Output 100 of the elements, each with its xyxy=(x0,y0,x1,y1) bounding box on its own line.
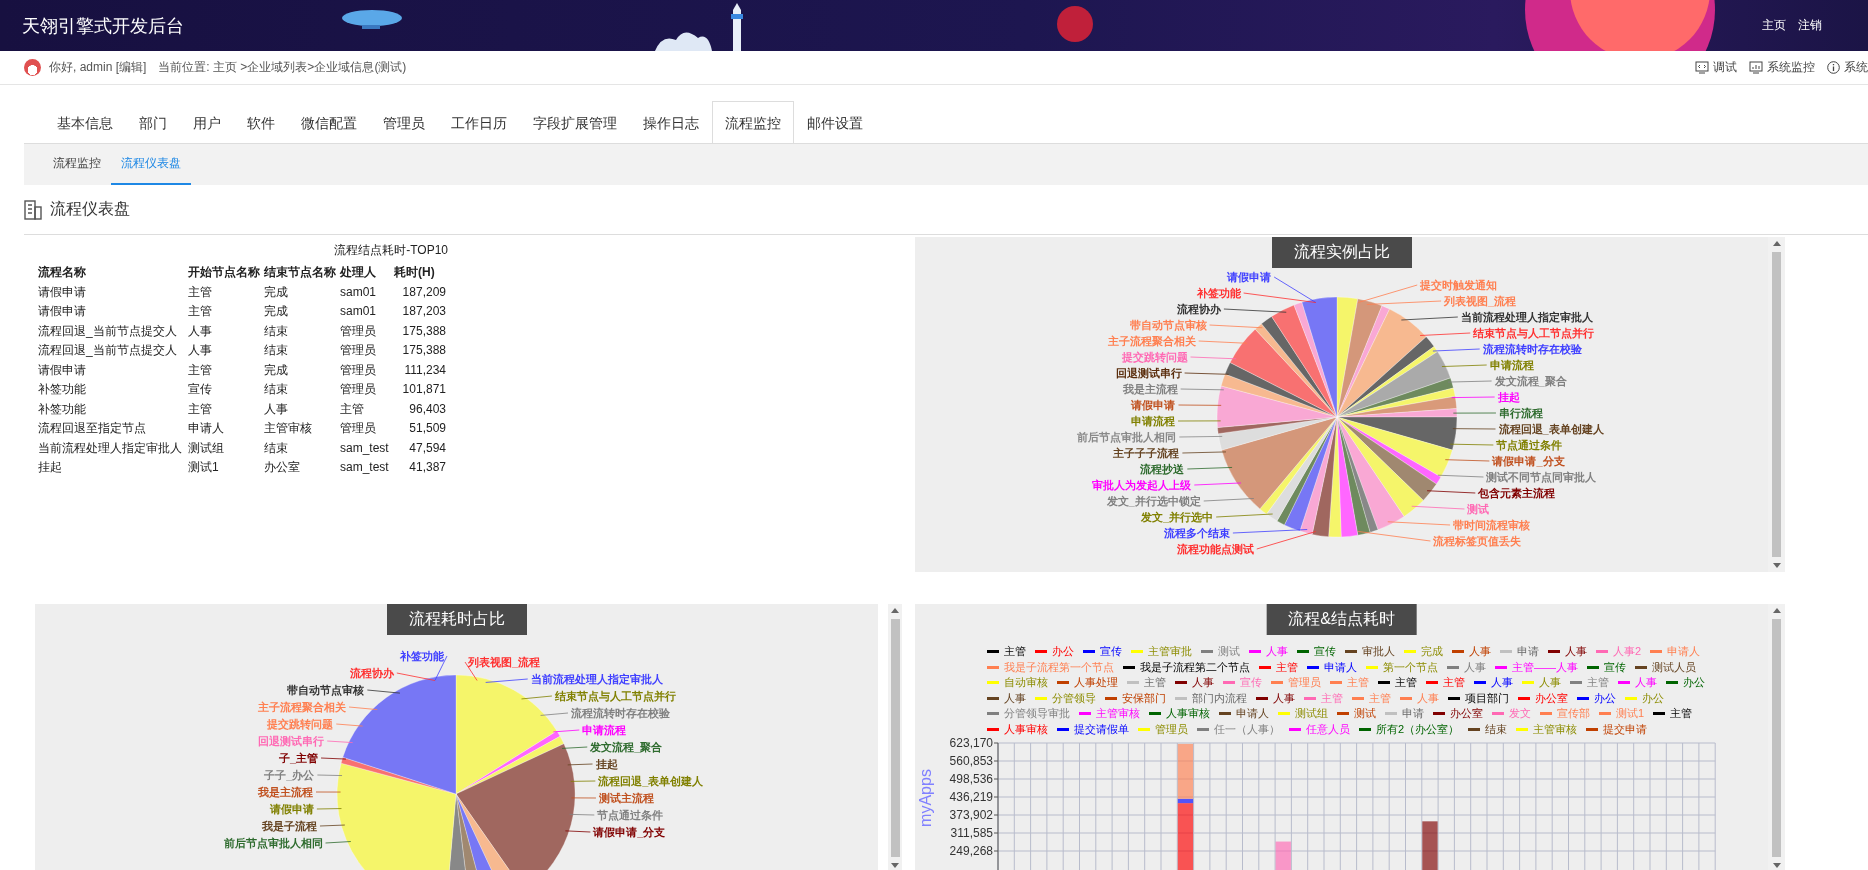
legend-label: 任一（人事） xyxy=(1214,721,1280,737)
legend-label: 所有2（办公室） xyxy=(1376,721,1460,737)
tab[interactable]: 操作日志 xyxy=(630,101,712,144)
pie-label: 流程多个结束 xyxy=(1163,527,1230,539)
pie-label: 流程功能点测试 xyxy=(1176,543,1254,555)
table-cell-text: 完成 xyxy=(264,361,289,379)
legend-label: 主管 xyxy=(1395,675,1417,690)
scrollbar[interactable] xyxy=(1768,237,1785,572)
tab[interactable]: 管理员 xyxy=(370,101,438,144)
pie-label: 当前流程处理人指定审批人 xyxy=(530,673,663,685)
pie-label: 当前流程处理人指定审批人 xyxy=(1460,311,1593,323)
pie-label: 申请流程 xyxy=(582,724,627,736)
pie-label: 挂起 xyxy=(1497,391,1520,403)
leader-line xyxy=(1437,474,1484,478)
table-cell-text: 流程回退至指定节点 xyxy=(38,420,147,437)
chart-title: 流程耗时占比 xyxy=(386,604,527,635)
scrollbar[interactable] xyxy=(888,604,902,870)
pie-label: 补签功能 xyxy=(1196,287,1241,299)
leader-line xyxy=(319,824,346,827)
leader-line xyxy=(1190,356,1237,360)
pie-label: 主子流程聚合相关 xyxy=(1107,335,1196,347)
lighthouse-drawing xyxy=(731,3,743,51)
table-cell-text: 请假申请 xyxy=(38,283,87,301)
column-header: 处理人 xyxy=(340,264,377,281)
tab[interactable]: 字段扩展管理 xyxy=(520,101,630,144)
leader-line xyxy=(1198,340,1248,344)
leader-line xyxy=(335,723,364,727)
pie-label: 流程回退_表单创建人 xyxy=(598,775,704,787)
pie-label: 流程标签页值丢失 xyxy=(1433,535,1522,547)
table-cell-text: 办公室 xyxy=(264,459,301,476)
leader-line xyxy=(366,689,401,694)
bar-segment xyxy=(1275,841,1291,870)
table-cell-text: 管理员 xyxy=(340,342,377,359)
leader-line xyxy=(1184,372,1230,375)
legend-label: 人事处理 xyxy=(1074,675,1118,690)
pie-label: 请假申请_分支 xyxy=(593,826,666,838)
pie-label: 请假申请_分支 xyxy=(1492,455,1565,467)
legend-label: 办公 xyxy=(1683,675,1705,690)
legend-label: 人事 xyxy=(1539,675,1561,690)
leader-line xyxy=(552,729,580,733)
tab[interactable]: 流程监控 xyxy=(712,101,794,143)
axis-tick-label: 373,902 xyxy=(949,808,993,822)
table-cell-text: 主管 xyxy=(188,283,213,301)
header-link[interactable]: 注销 xyxy=(1798,17,1822,34)
table-cell-text: 流程回退_当前节点提交人 xyxy=(38,322,178,340)
column-header: 结束节点名称 xyxy=(264,264,337,281)
toolbar-link[interactable]: 系统监控 xyxy=(1749,59,1815,76)
tab[interactable]: 软件 xyxy=(234,101,288,144)
legend-label: 部门内流程 xyxy=(1192,690,1247,706)
legend-label: 测试人员 xyxy=(1652,659,1696,675)
pie-label: 提交跳转问题 xyxy=(267,718,334,730)
scrollbar[interactable] xyxy=(1768,604,1785,870)
tab[interactable]: 部门 xyxy=(126,101,180,144)
pie-label: 提交跳转问题 xyxy=(1121,351,1188,363)
legend-label: 主管 xyxy=(1144,675,1166,690)
legend-label: 主管审核 xyxy=(1533,721,1578,737)
pie-label: 测试不同节点同审批人 xyxy=(1486,471,1597,483)
sub-tab[interactable]: 流程监控 xyxy=(43,144,111,185)
tab[interactable]: 邮件设置 xyxy=(794,101,876,144)
legend-label: 测试 xyxy=(1354,706,1376,721)
legend-label: 主管 xyxy=(1321,690,1343,706)
tab[interactable]: 用户 xyxy=(180,101,234,144)
table-cell-text: 结束 xyxy=(264,381,289,398)
legend-label: 安保部门 xyxy=(1122,690,1166,706)
leader-line xyxy=(315,791,341,793)
table-cell-text: 主管 xyxy=(188,361,213,379)
legend-label: 发文 xyxy=(1509,706,1531,721)
tab[interactable]: 工作日历 xyxy=(438,101,520,144)
pie-label: 我是子流程 xyxy=(261,820,317,832)
monitor-chart-icon xyxy=(1749,61,1763,74)
tab[interactable]: 微信配置 xyxy=(288,101,370,144)
column-header: 流程名称 xyxy=(38,264,87,281)
table-cell-text: sam01 xyxy=(340,303,378,320)
pie-label: 前后节点审批人相同 xyxy=(223,837,323,849)
legend-label: 测试组 xyxy=(1295,706,1328,721)
header-link[interactable]: 主页 xyxy=(1762,17,1786,34)
pie-label: 前后节点审批人相同 xyxy=(1077,431,1177,443)
toolbar-link[interactable]: 系统 xyxy=(1827,59,1868,76)
legend-label: 人事 xyxy=(1004,690,1026,706)
legend-label: 我是子流程第一个节点 xyxy=(1004,659,1114,675)
leader-line xyxy=(325,841,352,844)
tab[interactable]: 基本信息 xyxy=(44,101,126,144)
legend-label: 主管审核 xyxy=(1096,706,1140,721)
legend-label: 主管 xyxy=(1443,675,1465,690)
legend-label: 任意人员 xyxy=(1306,721,1350,737)
table-cell-text: 当前流程处理人指定审批人 xyxy=(38,439,183,457)
axis-tick-label: 560,853 xyxy=(949,754,993,768)
legend-label: 测试 xyxy=(1218,644,1240,659)
table-cell-text: 完成 xyxy=(264,283,289,301)
table-cell-text: 111,234 xyxy=(403,361,446,379)
legend-label: 人事 xyxy=(1469,644,1491,659)
toolbar-link[interactable]: 调试 xyxy=(1695,59,1737,76)
pie-label: 测试 xyxy=(1467,503,1490,515)
table-cell-text: 申请人 xyxy=(188,420,225,437)
legend-label: 管理员 xyxy=(1288,675,1321,690)
legend-label: 分管领导 xyxy=(1052,690,1096,706)
leader-line xyxy=(1419,332,1471,336)
leader-line xyxy=(1209,324,1263,329)
legend-label: 宣传 xyxy=(1240,675,1262,690)
table-cell-text: 完成 xyxy=(264,303,289,320)
